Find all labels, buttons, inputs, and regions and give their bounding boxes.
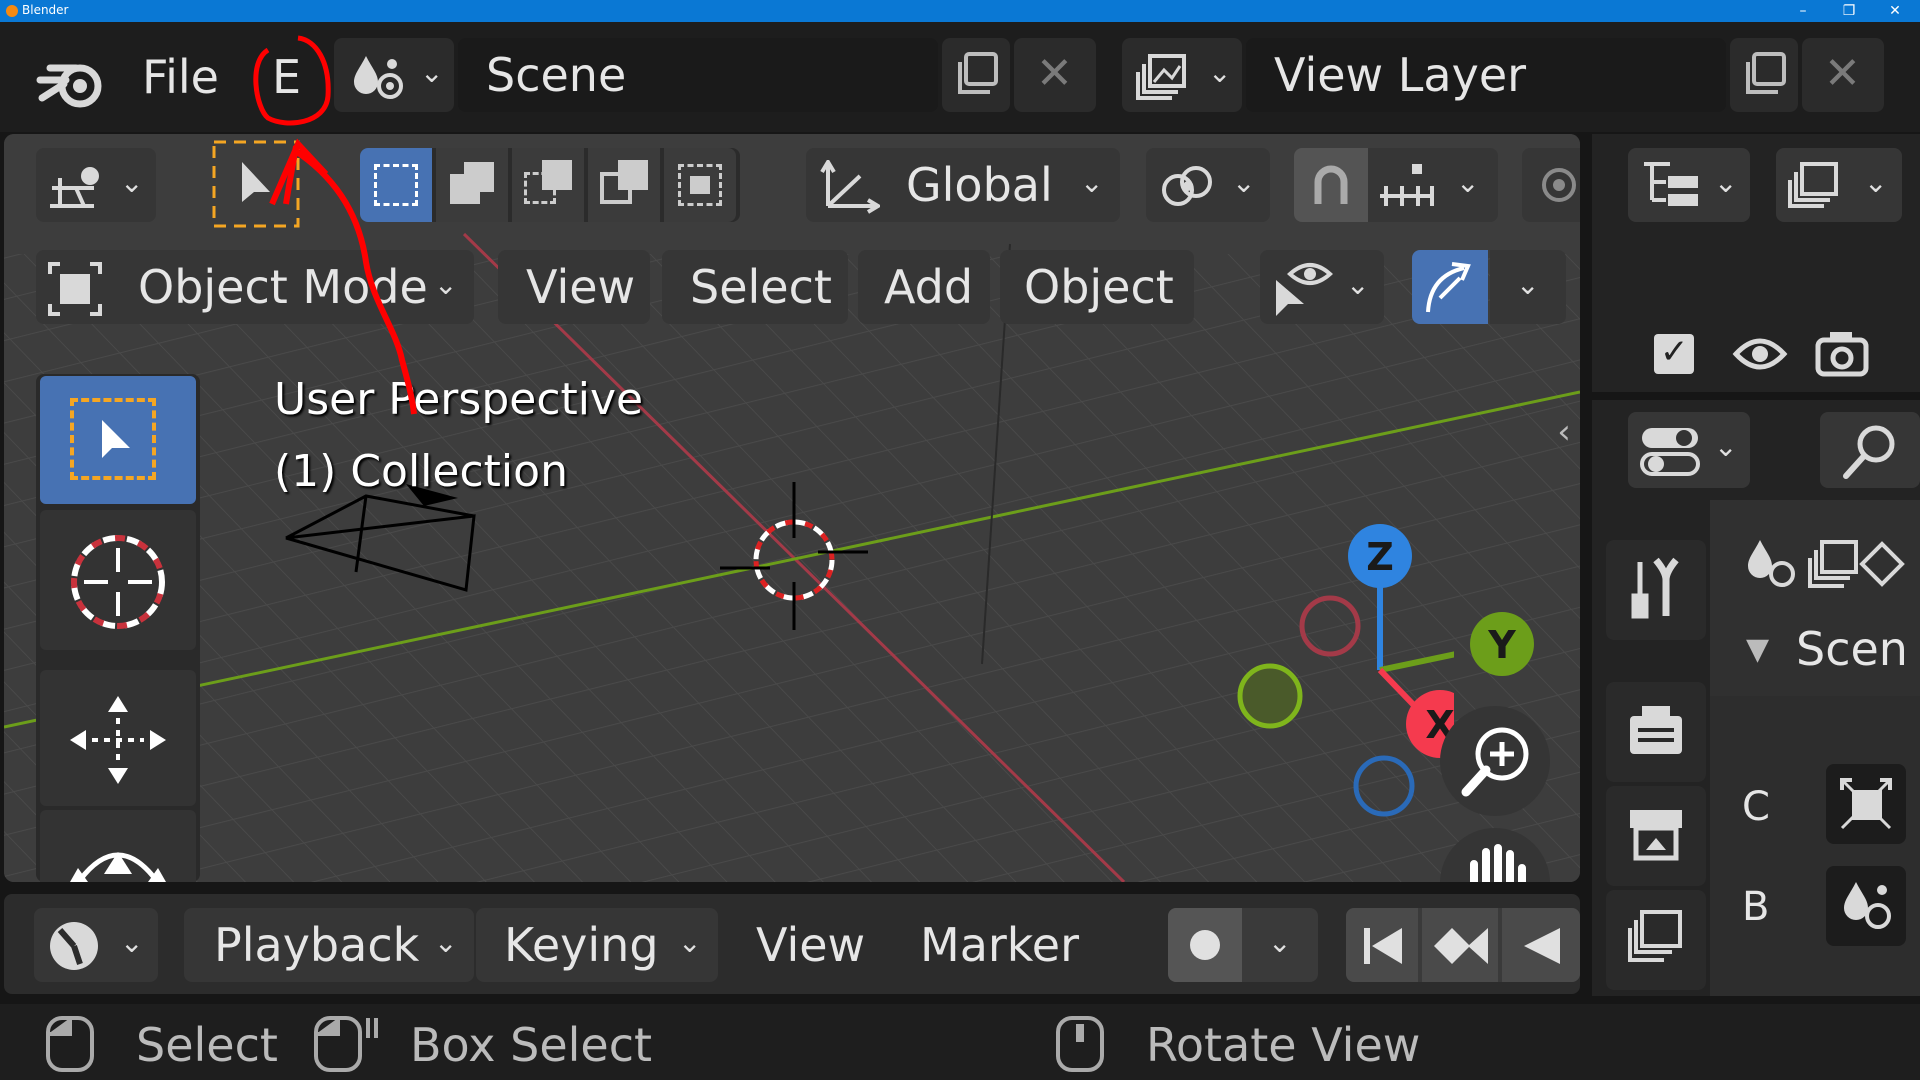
scene-camera-field[interactable]: [1826, 764, 1906, 844]
checkmark-icon: ✓: [1660, 332, 1689, 372]
record-icon: [1190, 930, 1220, 960]
auto-keying-group: ⌄: [1168, 908, 1318, 982]
tab-view-layer[interactable]: [1606, 890, 1706, 990]
property-row-c: C: [1742, 784, 1770, 830]
scene-panel-title: Scen: [1796, 622, 1908, 676]
tab-output[interactable]: [1606, 786, 1706, 886]
status-box-select: Box Select: [410, 1018, 653, 1072]
properties-area: ⌄ ▼ Scen C B: [1592, 400, 1920, 996]
mouse-drag-icon: [314, 1016, 378, 1072]
status-select: Select: [136, 1018, 278, 1072]
status-rotate-view: Rotate View: [1146, 1018, 1421, 1072]
printer-output-icon: [1630, 810, 1682, 861]
timeline-menu-marker[interactable]: Marker: [920, 918, 1079, 972]
chevron-down-icon: ⌄: [1268, 926, 1292, 959]
scene-panel-header: ▼ Scen: [1710, 500, 1920, 696]
chevron-down-icon: ⌄: [1714, 430, 1738, 463]
outliner-display-mode[interactable]: ⌄: [1776, 148, 1902, 222]
properties-toggle-icon: [1640, 428, 1700, 476]
mouse-middle-icon: [1056, 1016, 1104, 1072]
camera-object-icon: [1840, 778, 1892, 830]
outliner-area: ⌄ ⌄ ✓: [1592, 134, 1920, 392]
chevron-down-icon: ⌄: [1864, 166, 1888, 199]
properties-search-button[interactable]: [1820, 412, 1920, 488]
playback-controls: [1346, 908, 1580, 982]
keying-dropdown[interactable]: Keying ⌄: [476, 908, 718, 982]
playback-dropdown[interactable]: Playback ⌄: [184, 908, 474, 982]
camera-render-icon[interactable]: [1814, 330, 1870, 378]
wrench-screwdriver-icon: [1631, 557, 1679, 619]
playback-label: Playback: [214, 918, 420, 972]
timeline-header: ⌄ Playback ⌄ Keying ⌄ View Marker ⌄: [4, 894, 1580, 994]
status-bar: Select Box Select Rotate View: [0, 1004, 1920, 1080]
exclude-checkbox[interactable]: ✓: [1654, 332, 1694, 374]
chevron-down-icon: ⌄: [1714, 166, 1738, 199]
outliner-editor-type[interactable]: ⌄: [1628, 148, 1750, 222]
scene-icon: [1844, 882, 1891, 929]
view-layer-icon: [1628, 910, 1682, 962]
properties-editor-type[interactable]: ⌄: [1628, 412, 1750, 488]
jump-to-start-button[interactable]: [1346, 908, 1418, 982]
scene-breadcrumb-icons: [1748, 540, 1905, 588]
keying-label: Keying: [504, 918, 659, 972]
timeline-menu-view[interactable]: View: [756, 918, 865, 972]
keyframe-jump-icon: [1434, 928, 1488, 964]
property-row-b: B: [1742, 884, 1770, 930]
eye-visibility-icon[interactable]: [1732, 332, 1788, 376]
properties-content: ▼ Scen C B: [1710, 500, 1920, 996]
mouse-left-icon: [46, 1016, 94, 1072]
chevron-down-icon: ⌄: [678, 926, 702, 959]
outliner-icon: [1644, 162, 1698, 206]
tab-render[interactable]: [1606, 682, 1706, 782]
search-icon: [1843, 425, 1895, 479]
tab-tool[interactable]: [1606, 540, 1706, 640]
collapse-triangle-icon[interactable]: ▼: [1746, 632, 1769, 667]
clock-icon: [50, 922, 98, 970]
chevron-down-icon: ⌄: [434, 926, 458, 959]
jump-keyframe-button[interactable]: [1422, 908, 1498, 982]
jump-start-icon: [1364, 928, 1402, 964]
play-reverse-button[interactable]: [1502, 908, 1580, 982]
chevron-down-icon: ⌄: [120, 926, 144, 959]
record-button[interactable]: [1168, 908, 1242, 982]
background-scene-field[interactable]: [1826, 866, 1906, 946]
play-reverse-icon: [1524, 928, 1560, 964]
render-camera-icon: [1630, 706, 1682, 754]
view-layer-icon: [1788, 162, 1838, 208]
timeline-editor-type[interactable]: ⌄: [34, 908, 158, 982]
